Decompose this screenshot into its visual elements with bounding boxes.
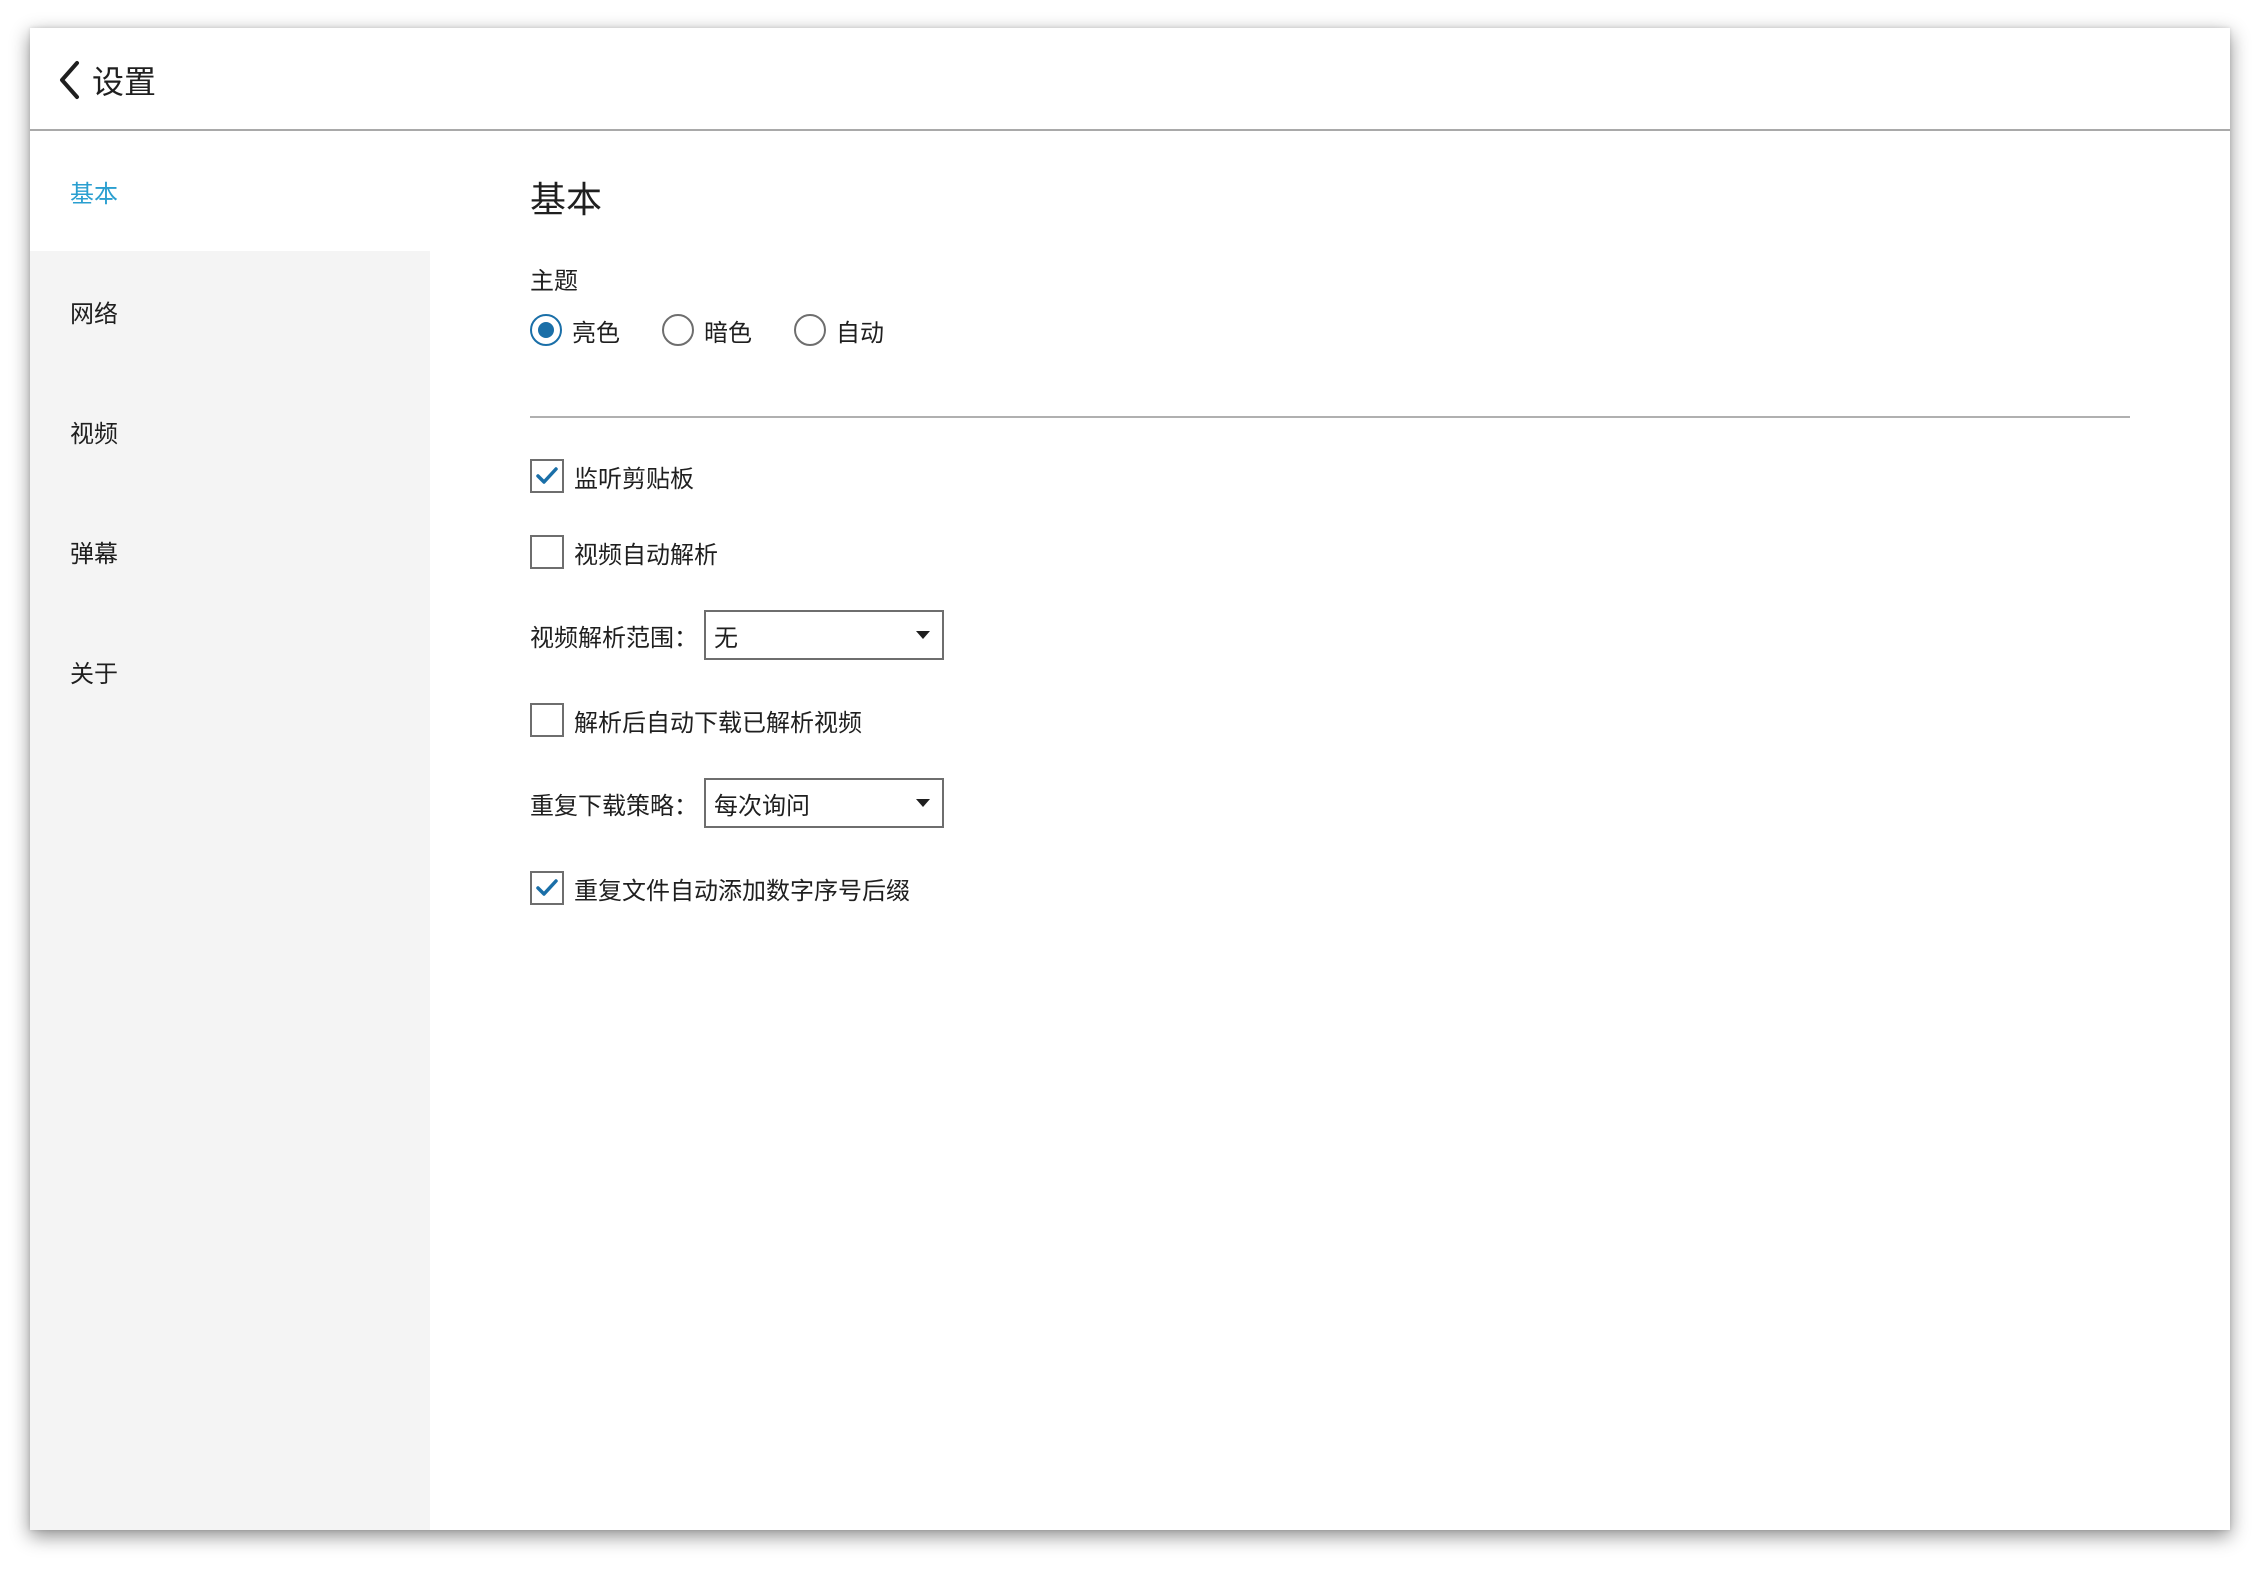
section-title: 基本 — [530, 180, 603, 221]
sidebar-item-label: 关于 — [70, 659, 118, 688]
duplicate-strategy-select[interactable]: 每次询问 — [704, 778, 944, 828]
back-button[interactable]: 设置 — [58, 56, 156, 104]
radio-selected-icon — [530, 314, 562, 346]
sidebar: 基本 网络 视频 弹幕 关于 — [30, 131, 430, 1530]
theme-label: 主题 — [530, 267, 578, 295]
auto-parse-video-checkbox[interactable]: 视频自动解析 — [530, 533, 718, 571]
radio-label: 亮色 — [572, 318, 620, 347]
parse-scope-row: 视频解析范围： 无 — [530, 610, 944, 660]
radio-unselected-icon — [794, 314, 826, 346]
header-bar: 设置 — [30, 28, 2230, 131]
monitor-clipboard-checkbox[interactable]: 监听剪贴板 — [530, 457, 694, 495]
caret-down-icon — [916, 631, 930, 639]
select-value: 每次询问 — [714, 791, 810, 820]
checkbox-label: 监听剪贴板 — [574, 464, 694, 493]
sidebar-item-danmaku[interactable]: 弹幕 — [30, 491, 430, 611]
caret-down-icon — [916, 799, 930, 807]
checkbox-label: 视频自动解析 — [574, 540, 718, 569]
checkbox-box — [530, 535, 564, 569]
sidebar-item-label: 网络 — [70, 299, 118, 328]
duplicate-strategy-row: 重复下载策略： 每次询问 — [530, 778, 944, 828]
parse-scope-label: 视频解析范围： — [530, 623, 698, 652]
sidebar-item-label: 弹幕 — [70, 539, 118, 568]
divider — [530, 416, 2130, 418]
radio-unselected-icon — [662, 314, 694, 346]
sidebar-item-basic[interactable]: 基本 — [30, 131, 430, 251]
settings-content: 基本 主题 亮色 暗色 自动 监听剪贴板 视频自动解析 视频解析范围： 无 解析… — [430, 131, 2230, 1530]
checkbox-label: 重复文件自动添加数字序号后缀 — [574, 876, 910, 905]
select-value: 无 — [714, 623, 738, 652]
settings-window: 设置 基本 网络 视频 弹幕 关于 基本 主题 亮色 暗色 自动 监听剪贴板 视… — [30, 28, 2230, 1530]
checkbox-box — [530, 871, 564, 905]
theme-radio-auto[interactable]: 自动 — [794, 311, 884, 349]
sidebar-item-about[interactable]: 关于 — [30, 611, 430, 731]
checkbox-label: 解析后自动下载已解析视频 — [574, 708, 862, 737]
checkmark-icon — [536, 879, 558, 896]
theme-radio-dark[interactable]: 暗色 — [662, 311, 752, 349]
auto-suffix-checkbox[interactable]: 重复文件自动添加数字序号后缀 — [530, 869, 910, 907]
sidebar-item-label: 基本 — [70, 179, 118, 208]
page-title: 设置 — [92, 63, 157, 101]
sidebar-item-network[interactable]: 网络 — [30, 251, 430, 371]
radio-label: 自动 — [836, 318, 884, 347]
duplicate-strategy-label: 重复下载策略： — [530, 791, 698, 820]
sidebar-item-video[interactable]: 视频 — [30, 371, 430, 491]
chevron-left-icon — [60, 61, 79, 99]
radio-label: 暗色 — [704, 318, 752, 347]
checkbox-box — [530, 703, 564, 737]
theme-radio-light[interactable]: 亮色 — [530, 311, 620, 349]
checkmark-icon — [536, 467, 558, 484]
sidebar-item-label: 视频 — [70, 419, 118, 448]
auto-download-checkbox[interactable]: 解析后自动下载已解析视频 — [530, 701, 862, 739]
parse-scope-select[interactable]: 无 — [704, 610, 944, 660]
checkbox-box — [530, 459, 564, 493]
